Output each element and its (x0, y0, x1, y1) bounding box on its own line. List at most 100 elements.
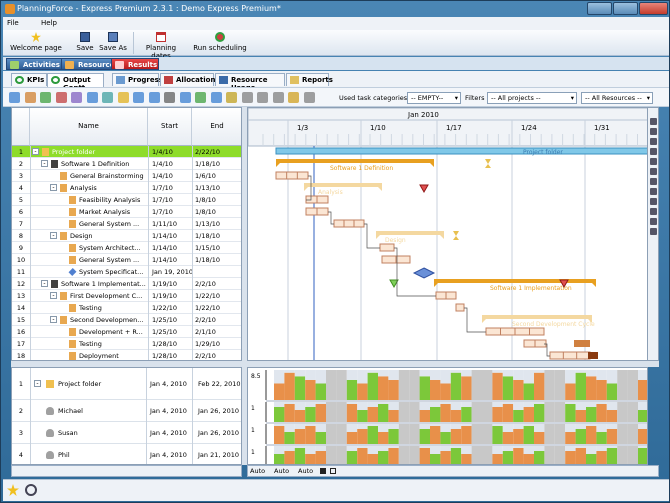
side-tool-6-icon[interactable] (650, 168, 657, 175)
expand-toggle-icon[interactable]: - (50, 184, 57, 191)
summary-bar[interactable] (482, 315, 592, 319)
summary-bar[interactable] (304, 183, 382, 187)
view-tool-5-icon[interactable] (71, 92, 82, 103)
save-as-button[interactable]: Save As (98, 32, 128, 54)
side-tool-7-icon[interactable] (650, 178, 657, 185)
task-row[interactable]: 7 General System ... 1/11/10 1/13/10 (12, 218, 241, 230)
star-icon[interactable] (7, 484, 19, 496)
categories-select[interactable]: -- EMPTY-- ▾ (407, 92, 461, 104)
expand-toggle-icon[interactable]: - (34, 380, 41, 387)
tab-kpis[interactable]: KPIs (11, 73, 47, 86)
view-mode-2-icon[interactable] (330, 468, 336, 474)
project-bar[interactable] (275, 147, 648, 155)
task-bar[interactable] (455, 303, 465, 312)
task-row[interactable]: 5 Feasibility Analysis 1/7/10 1/8/10 (12, 194, 241, 206)
task-row[interactable]: 12 - Software 1 Implementat... 1/19/10 2/2/1… (12, 278, 241, 290)
zoom-auto-2[interactable]: Auto (274, 467, 289, 475)
projects-select[interactable]: -- All projects -- ▾ (487, 92, 577, 104)
task-bar[interactable] (333, 219, 365, 228)
side-tool-5-icon[interactable] (650, 158, 657, 165)
view-tool-10-icon[interactable] (148, 92, 160, 103)
view-tool-7-icon[interactable] (102, 92, 113, 103)
summary-bar[interactable] (276, 159, 434, 163)
task-bar[interactable] (379, 243, 395, 252)
view-tool-16-icon[interactable] (241, 92, 253, 103)
save-button[interactable]: Save (75, 32, 95, 54)
tab-results[interactable]: Results (111, 58, 159, 70)
critical-task-bar[interactable] (588, 352, 598, 359)
side-tool-11-icon[interactable] (650, 218, 657, 225)
view-tool-20-icon[interactable] (303, 92, 315, 103)
grid-header-start[interactable]: Start (148, 108, 192, 146)
task-row[interactable]: 2 - Software 1 Definition 1/4/10 1/18/10 (12, 158, 241, 170)
resource-row[interactable]: 2 Michael Jan 4, 2010 Jan 26, 2010 (12, 400, 241, 422)
view-tool-6-icon[interactable] (86, 92, 98, 103)
view-tool-8-icon[interactable] (117, 92, 129, 103)
side-tool-2-icon[interactable] (650, 128, 657, 135)
view-tool-14-icon[interactable] (210, 92, 222, 103)
summary-bar[interactable] (434, 279, 596, 283)
welcome-page-button[interactable]: Welcome page (7, 32, 65, 54)
expand-toggle-icon[interactable]: - (50, 292, 57, 299)
task-row[interactable]: 6 Market Analysis 1/7/10 1/8/10 (12, 206, 241, 218)
target-icon[interactable] (25, 484, 37, 496)
task-bar-highlight[interactable] (574, 340, 590, 347)
view-tool-18-icon[interactable] (272, 92, 284, 103)
task-row[interactable]: 4 - Analysis 1/7/10 1/13/10 (12, 182, 241, 194)
tab-progress[interactable]: Progress (112, 73, 163, 86)
zoom-auto-1[interactable]: Auto (250, 467, 265, 475)
close-button[interactable] (639, 2, 668, 15)
planning-dates-button[interactable]: Planning dates (137, 32, 185, 60)
view-tool-2-icon[interactable] (24, 92, 36, 103)
grid-header-name[interactable]: Name (30, 108, 148, 146)
tab-resource-usage[interactable]: Resource Usage (215, 73, 285, 92)
lower-horizontal-scrollbar[interactable] (11, 465, 242, 477)
task-row[interactable]: 15 - Second Developmen... 1/25/10 2/2/10 (12, 314, 241, 326)
task-row[interactable]: 13 - First Development C... 1/19/10 1/22/10 (12, 290, 241, 302)
maximize-button[interactable] (613, 2, 638, 15)
summary-bar[interactable] (376, 231, 444, 235)
task-row[interactable]: 16 Development + R... 1/25/10 2/1/10 (12, 326, 241, 338)
expand-toggle-icon[interactable]: - (50, 316, 57, 323)
view-tool-17-icon[interactable] (257, 92, 268, 103)
minimize-button[interactable] (587, 2, 612, 15)
task-row[interactable]: 1 - Project folder 1/4/10 2/22/10 (12, 146, 241, 158)
task-row[interactable]: 8 - Design 1/14/10 1/18/10 (12, 230, 241, 242)
menu-file[interactable]: File (7, 19, 19, 27)
task-bar[interactable] (275, 171, 309, 180)
task-row[interactable]: 17 Testing 1/28/10 1/29/10 (12, 338, 241, 350)
view-tool-15-icon[interactable] (226, 92, 237, 103)
expand-toggle-icon[interactable]: - (50, 232, 57, 239)
view-tool-13-icon[interactable] (195, 92, 206, 103)
zoom-auto-3[interactable]: Auto (298, 467, 313, 475)
task-row[interactable]: 9 System Architect... 1/14/10 1/15/10 (12, 242, 241, 254)
grid-header-end[interactable]: End (192, 108, 241, 146)
view-tool-1-icon[interactable] (9, 92, 20, 103)
view-tool-4-icon[interactable] (55, 92, 67, 103)
resource-row[interactable]: 1 Project folder Jan 4, 2010 Feb 22, 2010 - (12, 368, 241, 400)
task-bar[interactable] (549, 351, 591, 360)
side-tool-3-icon[interactable] (650, 138, 657, 145)
tab-allocations[interactable]: Allocations (160, 73, 220, 86)
tab-activities[interactable]: Activities (6, 58, 62, 70)
side-tool-10-icon[interactable] (650, 208, 657, 215)
expand-toggle-icon[interactable]: - (41, 280, 48, 287)
view-tool-9-icon[interactable] (133, 92, 144, 103)
run-scheduling-button[interactable]: Run scheduling (193, 32, 247, 54)
expand-toggle-icon[interactable]: - (41, 160, 48, 167)
expand-toggle-icon[interactable]: - (32, 148, 39, 155)
side-tool-12-icon[interactable] (650, 228, 657, 235)
view-mode-icon[interactable] (320, 468, 326, 474)
task-row[interactable]: 14 Testing 1/22/10 1/22/10 (12, 302, 241, 314)
view-tool-3-icon[interactable] (40, 92, 51, 103)
milestone-marker[interactable] (412, 267, 436, 279)
task-row[interactable]: 10 General System ... 1/14/10 1/18/10 (12, 254, 241, 266)
side-tool-8-icon[interactable] (650, 188, 657, 195)
resource-row[interactable]: 4 Phil Jan 4, 2010 Jan 21, 2010 (12, 444, 241, 464)
resources-select[interactable]: -- All Resources -- ▾ (581, 92, 653, 104)
tab-reports[interactable]: Reports (286, 73, 333, 86)
task-row[interactable]: 18 Deployment 1/28/10 2/2/10 (12, 350, 241, 360)
task-row[interactable]: 11 System Specificat... Jan 19, 2010 (12, 266, 241, 278)
menu-help[interactable]: Help (41, 19, 57, 27)
view-tool-11-icon[interactable] (164, 92, 175, 103)
